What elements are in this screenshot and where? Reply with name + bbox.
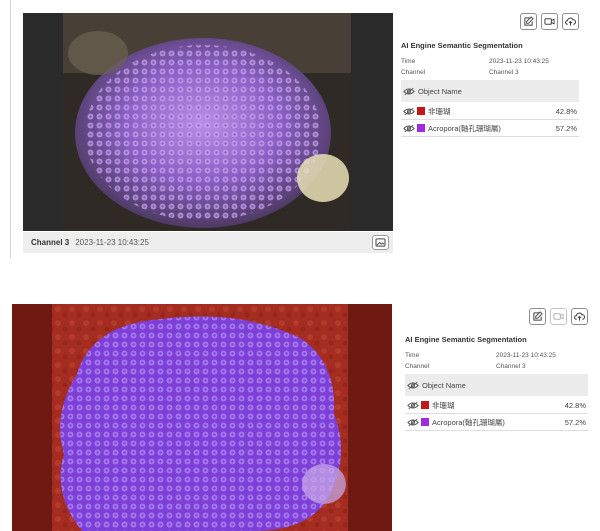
color-swatch — [421, 418, 429, 426]
eye-icon[interactable] — [403, 87, 415, 96]
object-header-label: Object Name — [418, 86, 462, 96]
panel-title: AI Engine Semantic Segmentation — [401, 41, 523, 50]
info-panel-top: AI Engine Semantic Segmentation Time 202… — [401, 13, 579, 143]
object-name: 非珊瑚 — [432, 400, 455, 410]
eye-icon[interactable] — [407, 418, 419, 427]
video-icon — [544, 16, 555, 27]
object-row[interactable]: Acropora(軸孔珊瑚屬) 57.2% — [401, 120, 579, 137]
object-header: Object Name — [405, 374, 588, 396]
panel-divider — [10, 0, 11, 258]
color-swatch — [417, 124, 425, 132]
upload-button[interactable] — [562, 13, 579, 30]
time-row: Time 2023-11-23 10:43:25 — [401, 58, 579, 68]
object-row[interactable]: 非珊瑚 42.8% — [405, 397, 588, 414]
time-row: Time 2023-11-23 10:43:25 — [405, 352, 588, 362]
time-value: 2023-11-23 10:43:25 — [489, 58, 549, 65]
toolbar — [529, 308, 588, 328]
time-value: 2023-11-23 10:43:25 — [496, 352, 556, 359]
annotate-icon — [523, 16, 534, 27]
time-label: Time — [405, 352, 420, 359]
upload-button[interactable] — [571, 308, 588, 325]
coral-photo — [23, 13, 393, 231]
object-percent: 42.8% — [555, 106, 577, 116]
video-button[interactable] — [550, 308, 567, 325]
channel-row: Channel Channel 3 — [401, 69, 579, 79]
eye-icon[interactable] — [407, 381, 419, 390]
info-panel-bottom: AI Engine Semantic Segmentation Time 202… — [405, 308, 588, 438]
image-caption-bar: Channel 3 2023-11-23 10:43:25 — [23, 232, 393, 253]
image-view-button[interactable] — [372, 235, 389, 250]
cloud-upload-icon — [574, 311, 585, 322]
channel-row: Channel Channel 3 — [405, 363, 588, 373]
object-row[interactable]: Acropora(軸孔珊瑚屬) 57.2% — [405, 414, 588, 431]
cloud-upload-icon — [565, 16, 576, 27]
channel-value: Channel 3 — [496, 363, 526, 370]
image-icon — [375, 238, 386, 247]
object-header-label: Object Name — [422, 380, 466, 390]
video-button[interactable] — [541, 13, 558, 30]
object-name: Acropora(軸孔珊瑚屬) — [428, 123, 501, 133]
eye-icon[interactable] — [407, 401, 419, 410]
eye-icon[interactable] — [403, 107, 415, 116]
segmented-image[interactable] — [12, 304, 392, 531]
annotate-button[interactable] — [520, 13, 537, 30]
time-label: Time — [401, 58, 416, 65]
color-swatch — [421, 401, 429, 409]
caption-channel: Channel 3 — [31, 238, 70, 247]
annotate-icon — [532, 311, 543, 322]
annotate-button[interactable] — [529, 308, 546, 325]
object-header: Object Name — [401, 80, 579, 102]
panel-title: AI Engine Semantic Segmentation — [405, 335, 527, 344]
object-percent: 57.2% — [564, 417, 586, 427]
object-row[interactable]: 非珊瑚 42.8% — [401, 103, 579, 120]
object-name: Acropora(軸孔珊瑚屬) — [432, 417, 505, 427]
original-image[interactable] — [23, 13, 393, 231]
video-icon — [553, 311, 564, 322]
caption-timestamp: 2023-11-23 10:43:25 — [75, 238, 149, 247]
channel-label: Channel — [405, 363, 430, 370]
channel-label: Channel — [401, 69, 426, 76]
eye-icon[interactable] — [403, 124, 415, 133]
object-percent: 57.2% — [555, 123, 577, 133]
object-percent: 42.8% — [564, 400, 586, 410]
color-swatch — [417, 107, 425, 115]
channel-value: Channel 3 — [489, 69, 519, 76]
object-name: 非珊瑚 — [428, 106, 451, 116]
segmentation-overlay — [12, 304, 392, 531]
toolbar — [520, 13, 579, 33]
